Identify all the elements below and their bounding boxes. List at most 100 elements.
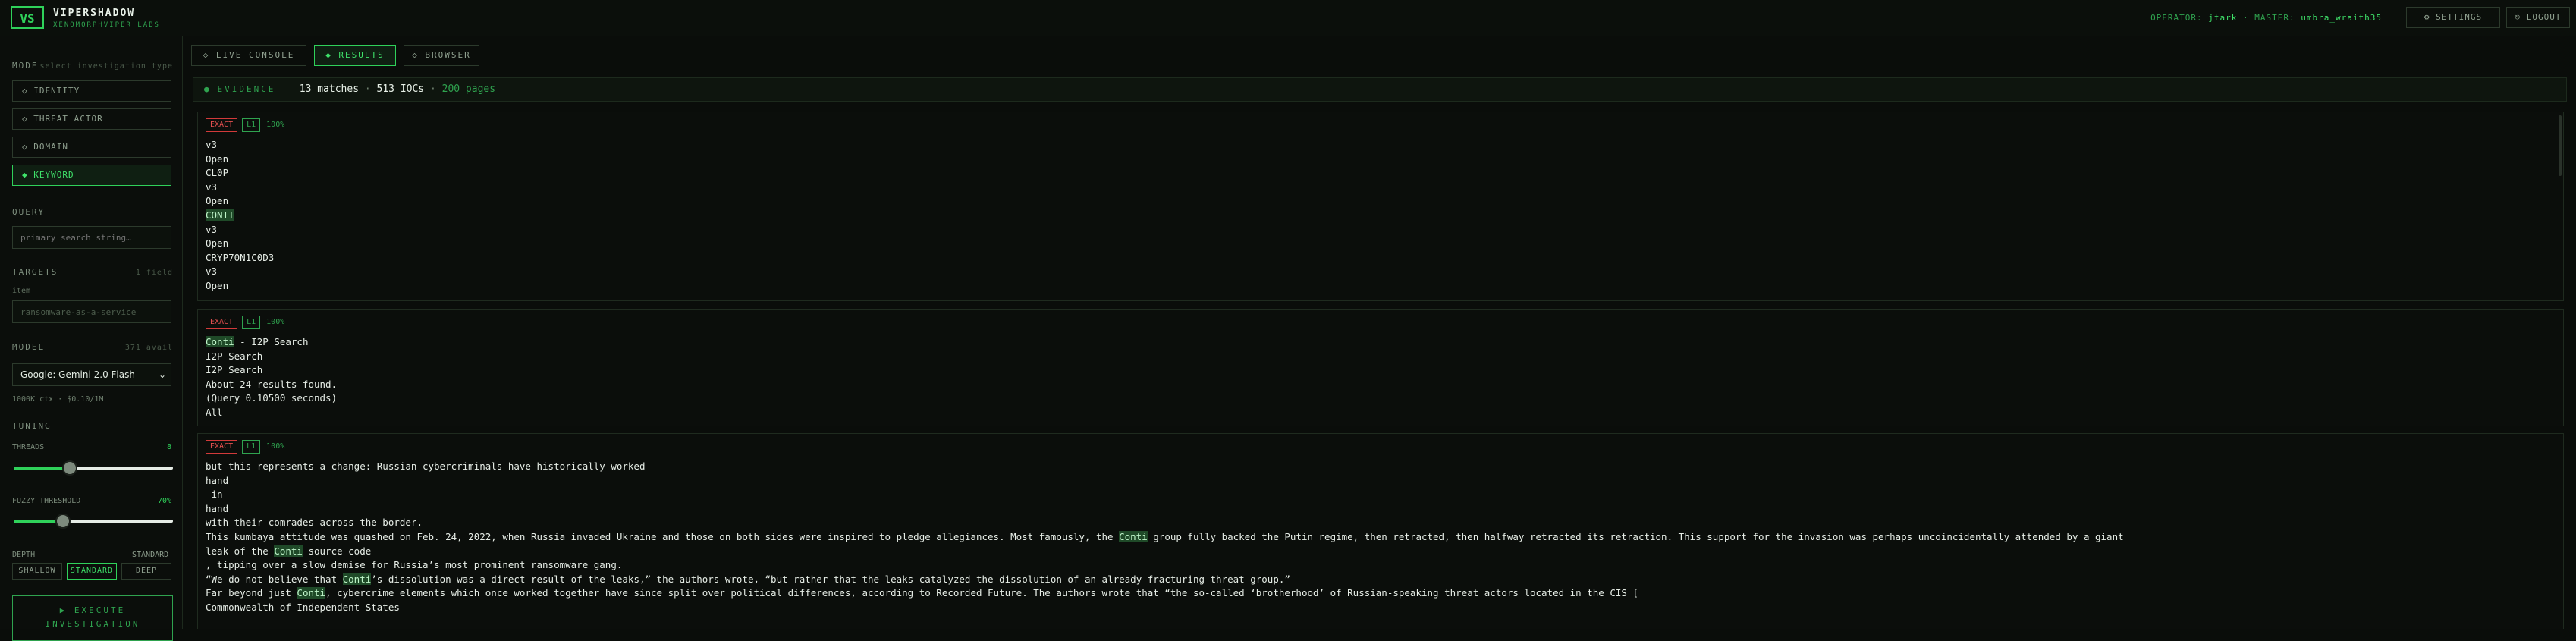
depth-standard-button[interactable]: STANDARD [67, 563, 117, 580]
result-lines: v3 Open CL0P v3 Open CONTI v3 Open CRYP70N1C0D3 v… [206, 138, 2556, 294]
threads-slider-handle[interactable] [61, 460, 77, 476]
result-line: v3 [206, 265, 2556, 279]
result-text: v3 [206, 139, 218, 150]
tuning-section-title: TUNING [12, 421, 52, 431]
result-text: Open [206, 195, 229, 207]
execute-investigation-button[interactable]: ▶ EXECUTE INVESTIGATION [12, 595, 173, 641]
mode-domain-button[interactable]: ◇ DOMAIN [12, 137, 171, 158]
result-text: source code [302, 545, 372, 557]
result-card[interactable]: EXACT L1 100% v3 Open CL0P v3 Open CONTI v3 Open C… [197, 112, 2564, 301]
result-line: CL0P [206, 166, 2556, 181]
threads-slider[interactable] [14, 460, 173, 476]
mode-section-title: MODE [12, 61, 39, 71]
result-line: hand [206, 502, 2556, 517]
result-text: hand [206, 474, 229, 486]
highlighted-term: CONTI [206, 209, 234, 221]
result-badges: EXACT L1 100% [206, 316, 284, 329]
result-text: , cybercrime elements which once worked … [325, 587, 1638, 599]
model-select-value: Google: Gemini 2.0 Flash [20, 369, 135, 380]
result-text: Far beyond just [206, 587, 297, 599]
result-text: group fully backed the Putin regime, the… [1147, 530, 2124, 542]
highlighted-term: Conti [1119, 530, 1148, 542]
result-line: Conti - I2P Search [206, 335, 2556, 350]
result-text: All [206, 406, 223, 418]
result-card[interactable]: EXACT L1 100% Conti - I2P Search I2P Search… [197, 309, 2564, 426]
master-value: umbra_wraith35 [2301, 13, 2382, 23]
result-line: I2P Search [206, 350, 2556, 364]
result-line: Far beyond just Conti, cybercrime elemen… [206, 586, 2556, 601]
mode-identity-button[interactable]: ◇ IDENTITY [12, 80, 171, 102]
card-scrollbar[interactable] [2559, 115, 2562, 176]
query-section-title: QUERY [12, 207, 46, 217]
depth-shallow-button[interactable]: SHALLOW [12, 563, 62, 580]
depth-value: STANDARD [132, 551, 169, 559]
brand-name: VIPERSHADOW [53, 8, 136, 19]
mode-keyword-button[interactable]: ◆ KEYWORD [12, 165, 171, 186]
result-text: Open [206, 279, 229, 291]
score-badge: 100% [266, 318, 285, 326]
query-input[interactable] [12, 226, 171, 249]
level-badge: L1 [242, 316, 261, 329]
result-line: All [206, 406, 2556, 420]
mode-hint: select investigation type [39, 62, 173, 71]
result-text: CL0P [206, 167, 229, 179]
result-line: Open [206, 237, 2556, 251]
model-stats: 1000K ctx · $0.10/1M [12, 395, 104, 404]
targets-field-label: item [12, 287, 31, 295]
match-type-badge: EXACT [206, 440, 238, 454]
result-text: v3 [206, 266, 218, 278]
result-card[interactable]: EXACT L1 100% but this represents a change… [197, 433, 2564, 629]
settings-button[interactable]: ⚙ SETTINGS [2406, 7, 2500, 28]
result-lines: but this represents a change: Russian cy… [206, 460, 2556, 615]
result-text: hand [206, 502, 229, 514]
fuzzy-slider-handle[interactable] [55, 514, 71, 529]
highlighted-term: Conti [206, 336, 234, 347]
score-badge: 100% [266, 442, 285, 451]
match-type-badge: EXACT [206, 118, 238, 132]
result-line: , tipping over a slow demise for Russia’… [206, 558, 2556, 573]
model-section-title: MODEL [12, 342, 46, 352]
result-line: CRYP70N1C0D3 [206, 251, 2556, 266]
fuzzy-threshold-value: 70% [158, 497, 172, 505]
result-line: -in- [206, 488, 2556, 502]
fuzzy-threshold-slider[interactable] [14, 514, 173, 529]
result-line: Open [206, 279, 2556, 294]
result-text: I2P Search [206, 364, 263, 376]
result-line: v3 [206, 138, 2556, 152]
result-text: v3 [206, 181, 218, 193]
result-badges: EXACT L1 100% [206, 440, 284, 454]
threads-label: THREADS [12, 443, 45, 451]
model-count: 371 avail [124, 344, 173, 352]
result-text: but this represents a change: Russian cy… [206, 460, 646, 472]
result-badges: EXACT L1 100% [206, 118, 284, 132]
target-item-input[interactable] [12, 300, 171, 323]
logout-button[interactable]: ⎋ LOGOUT [2506, 7, 2570, 28]
result-line: CONTI [206, 209, 2556, 223]
result-line: hand [206, 474, 2556, 489]
tab-browser[interactable]: ◇ BROWSER [404, 45, 479, 66]
model-select[interactable]: Google: Gemini 2.0 Flash ⌄ [12, 363, 171, 386]
targets-section-title: TARGETS [12, 267, 58, 277]
tab-results[interactable]: ◆ RESULTS [314, 45, 396, 66]
result-text: - I2P Search [234, 336, 309, 347]
mode-threat-actor-button[interactable]: ◇ THREAT ACTOR [12, 108, 171, 130]
evidence-matches: 13 matches [299, 83, 360, 95]
logo: VS [11, 6, 44, 29]
result-text: “We do not believe that [206, 573, 343, 585]
result-text: (Query 0.10500 seconds) [206, 392, 338, 404]
result-text: This kumbaya attitude was quashed on Feb… [206, 530, 1120, 542]
result-line: v3 [206, 181, 2556, 195]
sidebar: MODE select investigation type ◇ IDENTIT… [0, 36, 183, 641]
top-bar: VS VIPERSHADOW XENOMORPHVIPER LABS OPERA… [0, 0, 2576, 36]
result-line: (Query 0.10500 seconds) [206, 391, 2556, 406]
result-text: , tipping over a slow demise for Russia’… [206, 559, 623, 571]
tab-live-console[interactable]: ◇ LIVE CONSOLE [191, 45, 306, 66]
highlighted-term: Conti [297, 587, 326, 599]
depth-deep-button[interactable]: DEEP [121, 563, 171, 580]
result-line: About 24 results found. [206, 378, 2556, 392]
targets-count: 1 field [135, 269, 173, 277]
result-text: with their comrades across the border. [206, 517, 423, 529]
result-lines: Conti - I2P Search I2P Search I2P Search Ab… [206, 335, 2556, 420]
result-line: with their comrades across the border. [206, 516, 2556, 530]
result-line: v3 [206, 223, 2556, 237]
